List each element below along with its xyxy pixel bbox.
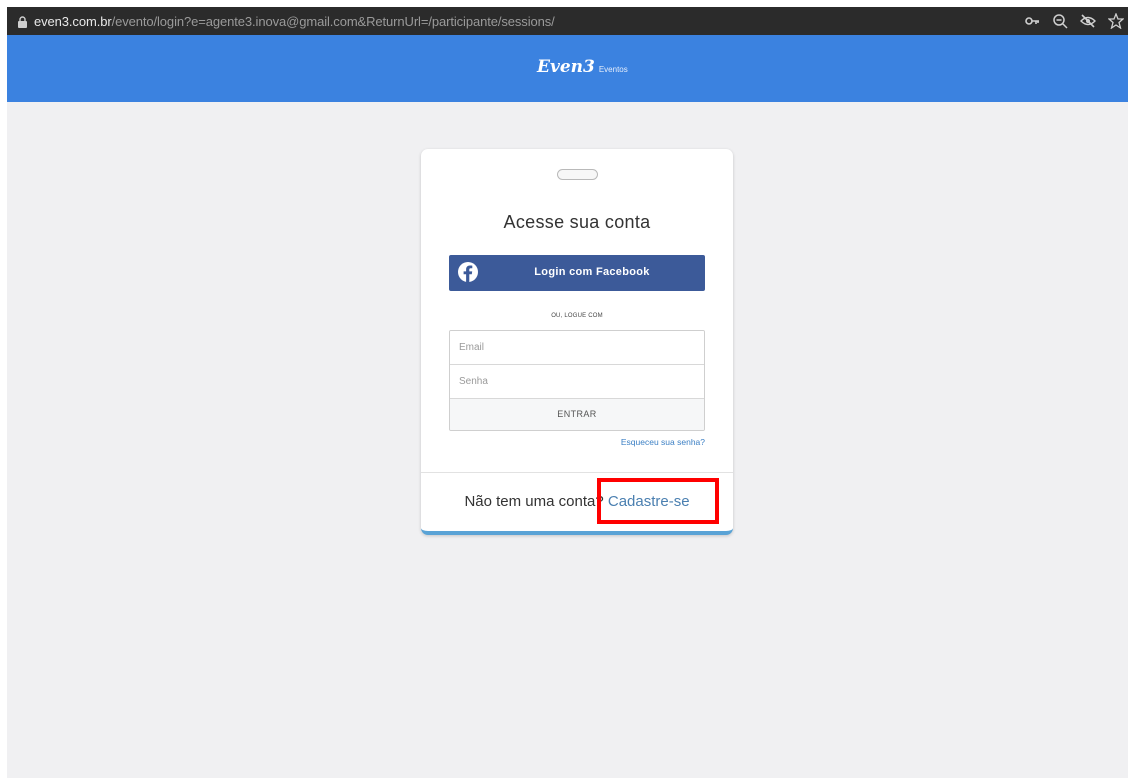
no-account-text: Não tem uma conta? [464,493,604,510]
enter-button[interactable]: ENTRAR [450,399,704,430]
site-header: Even3 Eventos [7,35,1128,102]
facebook-login-button[interactable]: Login com Facebook [449,255,705,291]
address-bar[interactable]: even3.com.br/evento/login?e=agente3.inov… [7,7,1128,35]
eye-off-icon[interactable] [1080,13,1096,29]
login-form: ENTRAR [449,330,705,431]
or-separator: OU, LOGUE COM [551,313,603,319]
badge-slot [557,169,598,180]
facebook-icon [457,261,479,283]
highlight-annotation [597,478,719,524]
divider [421,472,733,473]
password-field[interactable] [450,365,704,399]
star-icon[interactable] [1108,13,1124,29]
login-title: Acesse sua conta [503,212,651,232]
browser-window: even3.com.br/evento/login?e=agente3.inov… [7,7,1128,778]
key-icon[interactable] [1024,13,1040,29]
url-domain: even3.com.br [34,14,112,29]
facebook-login-label: Login com Facebook [534,266,650,278]
url-path: /evento/login?e=agente3.inova@gmail.com&… [111,14,555,29]
forgot-password-link[interactable]: Esqueceu sua senha? [621,437,705,447]
lock-icon [17,15,28,28]
logo-subtext: Eventos [598,65,628,74]
email-field[interactable] [450,331,704,365]
browser-toolbar-icons [1024,7,1128,35]
even3-logo[interactable]: Even3 Eventos [537,57,628,77]
zoom-out-icon[interactable] [1052,13,1068,29]
url-text[interactable]: even3.com.br/evento/login?e=agente3.inov… [34,14,555,29]
logo-text: Even3 [537,57,595,77]
